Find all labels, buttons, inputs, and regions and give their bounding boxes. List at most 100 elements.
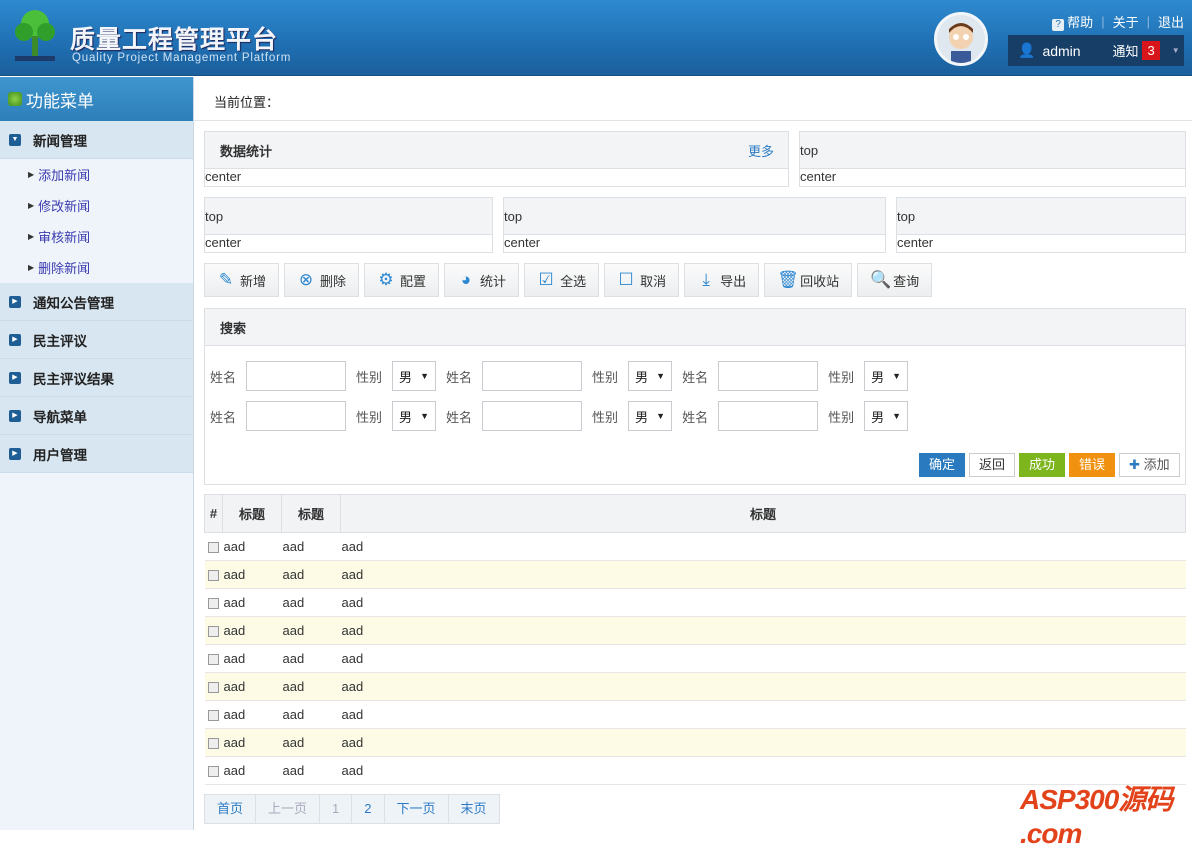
row-select[interactable] [204, 616, 223, 645]
next-page[interactable]: 下一页 [383, 794, 449, 824]
menu-users[interactable]: ▶ 用户管理 [0, 435, 193, 473]
chevron-down-icon: ▼ [420, 371, 430, 381]
confirm-button[interactable]: 确定 [919, 453, 966, 477]
panel-body: center [205, 169, 242, 184]
checkbox[interactable] [207, 570, 219, 582]
header: 质量工程管理平台 Quality Project Management Plat… [0, 0, 1192, 76]
delete-button[interactable]: ⊗ 删除 [284, 263, 360, 297]
name-input[interactable] [482, 361, 583, 391]
gender-label: 性别 [356, 409, 383, 425]
gender-value: 男 [399, 409, 413, 425]
submenu-review-news[interactable]: ▶ 审核新闻 [0, 221, 193, 252]
first-page[interactable]: 首页 [204, 794, 257, 824]
checkbox[interactable] [207, 542, 219, 554]
row-select[interactable] [204, 644, 223, 673]
row-select[interactable] [204, 672, 223, 701]
column-header[interactable]: 标题 [281, 494, 341, 533]
submenu-edit-news[interactable]: ▶ 修改新闻 [0, 190, 193, 221]
column-header: # [204, 494, 223, 533]
error-button[interactable]: 错误 [1069, 453, 1116, 477]
submenu-delete-news[interactable]: ▶ 删除新闻 [0, 252, 193, 283]
page-2[interactable]: 2 [351, 794, 385, 824]
column-header[interactable]: 标题 [222, 494, 282, 533]
menu-nav[interactable]: ▶ 导航菜单 [0, 397, 193, 435]
breadcrumb: 当前位置： [194, 77, 1192, 121]
app-title: 质量工程管理平台 [70, 26, 279, 54]
row-select[interactable] [204, 756, 223, 785]
row-select[interactable] [204, 560, 223, 589]
menu-notice[interactable]: ▶ 通知公告管理 [0, 283, 193, 321]
chevron-down-icon[interactable]: ▼ [1172, 46, 1180, 55]
row-select[interactable] [204, 700, 223, 729]
top-panel: top center [503, 197, 886, 253]
submenu-add-news[interactable]: ▶ 添加新闻 [0, 159, 193, 190]
gender-select[interactable]: 男 ▼ [392, 361, 437, 391]
checkbox[interactable] [207, 682, 219, 694]
export-button[interactable]: ⤓ 导出 [684, 263, 760, 297]
table-row[interactable]: aad aad aad [204, 560, 1186, 589]
page-1[interactable]: 1 [319, 794, 353, 824]
pagination: 首页 上一页 1 2 下一页 末页 [204, 794, 500, 824]
about-link[interactable]: 关于 [1113, 12, 1139, 31]
logout-link[interactable]: 退出 [1158, 12, 1184, 31]
avatar[interactable] [934, 12, 988, 66]
name-input[interactable] [246, 401, 347, 431]
name-input[interactable] [718, 361, 819, 391]
name-input[interactable] [482, 401, 583, 431]
table-row[interactable]: aad aad aad [204, 672, 1186, 701]
table-row[interactable]: aad aad aad [204, 616, 1186, 645]
cancel-button[interactable]: ☐ 取消 [604, 263, 680, 297]
config-button[interactable]: ⚙ 配置 [364, 263, 440, 297]
button-label: 新增 [240, 273, 267, 289]
notify-badge: 3 [1142, 41, 1160, 60]
gender-label: 性别 [592, 369, 619, 385]
checkbox[interactable] [207, 766, 219, 778]
user-bar[interactable]: 👤 admin 通知 3 ▼ [1008, 35, 1184, 66]
last-page[interactable]: 末页 [447, 794, 500, 824]
success-button[interactable]: 成功 [1019, 453, 1066, 477]
table-row[interactable]: aad aad aad [204, 532, 1186, 561]
table-row[interactable]: aad aad aad [204, 644, 1186, 673]
pie-chart-icon: ◕ [460, 270, 472, 289]
table-row[interactable]: aad aad aad [204, 700, 1186, 729]
panel-body: center [205, 235, 242, 250]
help-icon: ? [1052, 19, 1065, 31]
gender-select[interactable]: 男 ▼ [628, 401, 673, 431]
menu-label: 新闻管理 [33, 133, 87, 149]
add-button[interactable]: ✎ 新增 [204, 263, 280, 297]
table-row[interactable]: aad aad aad [204, 728, 1186, 757]
gender-select[interactable]: 男 ▼ [864, 361, 909, 391]
recycle-bin-button[interactable]: 🗑 回收站 [764, 263, 853, 297]
name-input[interactable] [718, 401, 819, 431]
panel-header: top [205, 198, 492, 235]
checkbox[interactable] [207, 626, 219, 638]
gender-select[interactable]: 男 ▼ [628, 361, 673, 391]
menu-news[interactable]: ▼ 新闻管理 [0, 121, 193, 159]
checkbox[interactable] [207, 654, 219, 666]
more-link[interactable]: 更多 [748, 141, 774, 160]
row-select[interactable] [204, 728, 223, 757]
query-button[interactable]: 🔍 查询 [857, 263, 933, 297]
table-row[interactable]: aad aad aad [204, 588, 1186, 617]
collapse-icon: ▶ [9, 295, 21, 308]
select-all-button[interactable]: ☑ 全选 [524, 263, 600, 297]
back-button[interactable]: 返回 [969, 453, 1016, 477]
column-header[interactable]: 标题 [340, 494, 1186, 533]
help-link[interactable]: ? 帮助 [1052, 12, 1093, 31]
checkbox[interactable] [207, 598, 219, 610]
panel-body: center [504, 235, 541, 250]
menu-review[interactable]: ▶ 民主评议 [0, 321, 193, 359]
row-select[interactable] [204, 532, 223, 561]
menu-review-result[interactable]: ▶ 民主评议结果 [0, 359, 193, 397]
notify-label[interactable]: 通知 [1112, 41, 1138, 60]
sidebar: 功能菜单 ▼ 新闻管理 ▶ 添加新闻 ▶ 修改新闻 ▶ 审核新闻 ▶ 删除新闻 ▶ 通知公告… [0, 77, 194, 830]
gender-select[interactable]: 男 ▼ [864, 401, 909, 431]
gender-select[interactable]: 男 ▼ [392, 401, 437, 431]
name-input[interactable] [246, 361, 347, 391]
row-select[interactable] [204, 588, 223, 617]
prev-page[interactable]: 上一页 [255, 794, 321, 824]
checkbox[interactable] [207, 738, 219, 750]
checkbox[interactable] [207, 710, 219, 722]
add-button[interactable]: ✚ 添加 [1119, 453, 1180, 477]
stats-button[interactable]: ◕ 统计 [444, 263, 520, 297]
